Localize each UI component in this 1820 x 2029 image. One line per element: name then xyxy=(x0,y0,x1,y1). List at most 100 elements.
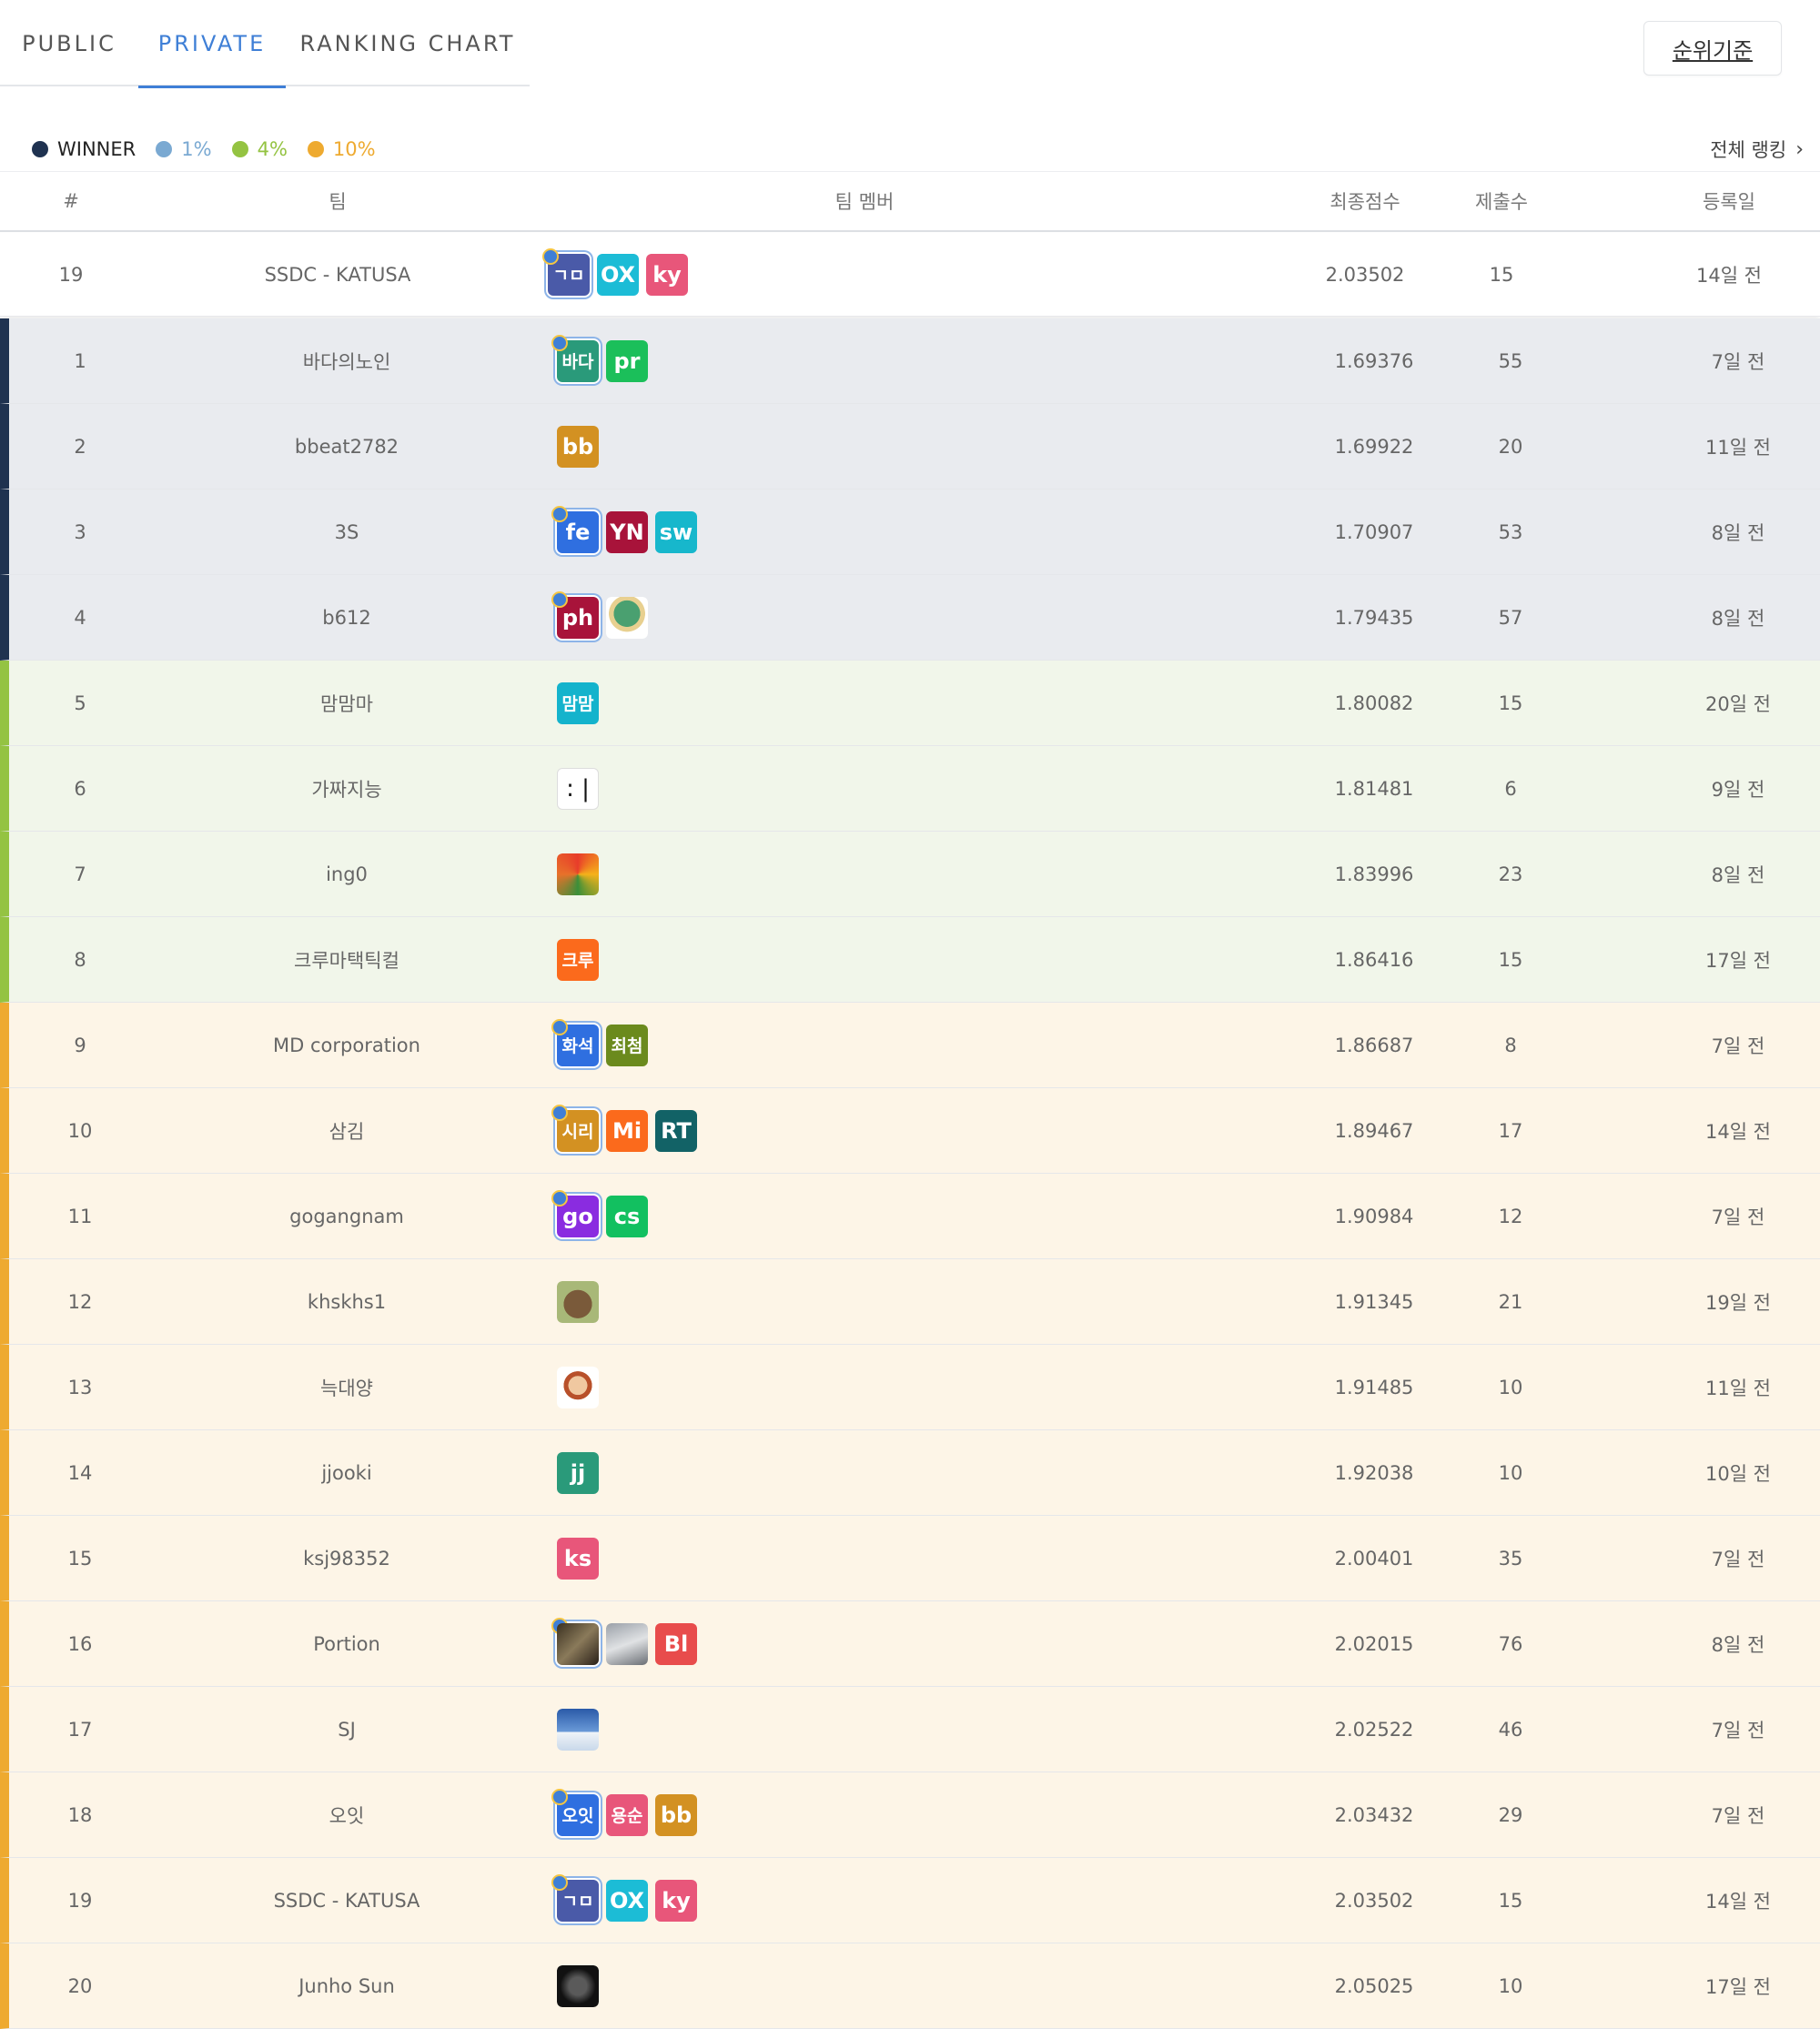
table-row[interactable]: 10 삼김 시리 Mi RT 1.89467 17 14일 전 xyxy=(0,1088,1820,1174)
member-avatar[interactable]: pr xyxy=(606,339,648,382)
member-avatar[interactable]: ㄱㅁ xyxy=(542,247,590,296)
submission-count-cell: 20 xyxy=(1498,435,1523,458)
member-avatar[interactable]: cs xyxy=(606,1195,648,1237)
all-ranking-link[interactable]: 전체 랭킹 › xyxy=(1710,133,1804,166)
member-avatar[interactable]: YN xyxy=(606,510,648,553)
member-avatar[interactable]: OX xyxy=(597,253,639,296)
member-avatar[interactable]: go xyxy=(551,1189,599,1237)
team-name-cell: MD corporation xyxy=(273,1034,420,1056)
member-avatars: Bl xyxy=(551,1617,704,1665)
legend-label: 4% xyxy=(257,138,288,160)
leaderboard-tabs: PUBLIC PRIVATE RANKING CHART xyxy=(0,0,530,88)
member-avatar[interactable]: 바다 xyxy=(551,334,599,382)
registered-date-cell: 9일 전 xyxy=(1711,778,1765,801)
member-avatar[interactable]: ph xyxy=(551,591,599,639)
table-row[interactable]: 19 SSDC - KATUSA ㄱㅁ OX ky 2.03502 15 14일 전 xyxy=(0,233,1820,317)
dark-avatar-icon[interactable] xyxy=(557,1964,599,2007)
rank-cell: 16 xyxy=(67,1632,93,1655)
table-row[interactable]: 5 맘맘마 맘맘 1.80082 15 20일 전 xyxy=(0,661,1820,746)
table-row[interactable]: 13 늑대양 1.91485 10 11일 전 xyxy=(0,1345,1820,1430)
member-avatar[interactable]: 오잇 xyxy=(551,1788,599,1836)
legend-4-percent: 4% xyxy=(231,138,288,160)
member-avatar[interactable]: jj xyxy=(557,1451,599,1494)
rank-criteria-button[interactable]: 순위기준 xyxy=(1643,21,1782,76)
rank-cell: 6 xyxy=(74,777,86,800)
member-avatars: 크루 xyxy=(557,938,606,981)
member-avatar[interactable]: 크루 xyxy=(557,938,599,981)
member-avatar[interactable]: 시리 xyxy=(551,1104,599,1152)
team-name-cell: ing0 xyxy=(326,863,368,885)
table-row[interactable]: 2 bbeat2782 bb 1.69922 20 11일 전 xyxy=(0,404,1820,490)
legend-label: 1% xyxy=(181,138,212,160)
submission-count-cell: 17 xyxy=(1498,1119,1523,1142)
cat-avatar-icon[interactable] xyxy=(606,1622,648,1665)
member-avatar[interactable]: 맘맘 xyxy=(557,681,599,724)
winner-dot-icon xyxy=(32,141,48,157)
table-row[interactable]: 11 gogangnam go cs 1.90984 12 7일 전 xyxy=(0,1174,1820,1259)
team-name-cell: ksj98352 xyxy=(303,1547,390,1570)
member-avatar[interactable]: RT xyxy=(655,1109,697,1152)
legend-1-percent: 1% xyxy=(156,138,212,160)
table-row[interactable]: 16 Portion Bl 2.02015 76 8일 전 xyxy=(0,1601,1820,1687)
table-row[interactable]: 20 Junho Sun 2.05025 10 17일 전 xyxy=(0,1943,1820,2029)
table-row[interactable]: 4 b612 ph 1.79435 57 8일 전 xyxy=(0,575,1820,661)
table-row[interactable]: 17 SJ 2.02522 46 7일 전 xyxy=(0,1687,1820,1772)
animal-avatar-icon[interactable] xyxy=(557,1280,599,1323)
col-submissions-header: 제출수 xyxy=(1475,191,1528,213)
member-avatar[interactable]: ky xyxy=(655,1879,697,1922)
table-row[interactable]: 19 SSDC - KATUSA ㄱㅁ OX ky 2.03502 15 14일 전 xyxy=(0,1858,1820,1943)
member-avatars: ph xyxy=(551,591,655,639)
rank-cell: 4 xyxy=(74,606,86,629)
member-avatar[interactable]: : | xyxy=(557,767,599,810)
character-avatar-icon[interactable] xyxy=(557,1366,599,1408)
member-avatar[interactable]: bb xyxy=(557,425,599,468)
dragon-avatar-icon[interactable] xyxy=(606,596,648,639)
table-row[interactable]: 15 ksj98352 ks 2.00401 35 7일 전 xyxy=(0,1516,1820,1601)
submission-count-cell: 15 xyxy=(1498,1889,1523,1912)
member-avatar[interactable]: bb xyxy=(655,1793,697,1836)
registered-date-cell: 14일 전 xyxy=(1704,1890,1772,1913)
food-avatar-icon[interactable] xyxy=(557,853,599,895)
member-avatar[interactable]: 용순 xyxy=(606,1793,648,1836)
team-name-cell: 맘맘마 xyxy=(320,692,373,715)
rank-cell: 19 xyxy=(58,263,84,286)
table-row[interactable]: 9 MD corporation 화석 최첨 1.86687 8 7일 전 xyxy=(0,1003,1820,1088)
member-avatar[interactable]: 화석 xyxy=(551,1018,599,1066)
table-row[interactable]: 6 가짜지능: | 1.81481 6 9일 전 xyxy=(0,746,1820,832)
member-avatars: 시리 Mi RT xyxy=(551,1104,704,1152)
table-row[interactable]: 7 ing0 1.83996 23 8일 전 xyxy=(0,832,1820,917)
member-avatar[interactable]: sw xyxy=(655,510,697,553)
member-avatar[interactable]: ㄱㅁ xyxy=(551,1873,599,1922)
photo-avatar-icon[interactable] xyxy=(551,1617,599,1665)
member-avatars xyxy=(557,1708,606,1751)
member-avatar[interactable]: Mi xyxy=(606,1109,648,1152)
rank-cell: 20 xyxy=(67,1974,93,1997)
submission-count-cell: 15 xyxy=(1498,948,1523,971)
member-avatar[interactable]: ky xyxy=(646,253,688,296)
col-registered-header: 등록일 xyxy=(1703,191,1755,213)
sky-avatar-icon[interactable] xyxy=(557,1708,599,1751)
tab-private[interactable]: PRIVATE xyxy=(138,0,286,88)
member-avatar[interactable]: Bl xyxy=(655,1622,697,1665)
member-avatar[interactable]: OX xyxy=(606,1879,648,1922)
member-avatar[interactable]: 최첨 xyxy=(606,1024,648,1066)
member-avatars xyxy=(557,1366,606,1408)
tab-public[interactable]: PUBLIC xyxy=(0,0,138,86)
member-avatars: bb xyxy=(557,425,606,468)
member-avatar[interactable]: fe xyxy=(551,505,599,553)
submission-count-cell: 15 xyxy=(1498,691,1523,714)
table-row[interactable]: 1 바다의노인 바다 pr 1.69376 55 7일 전 xyxy=(0,318,1820,404)
registered-date-cell: 10일 전 xyxy=(1704,1462,1772,1485)
table-row[interactable]: 12 khskhs1 1.91345 21 19일 전 xyxy=(0,1259,1820,1345)
registered-date-cell: 20일 전 xyxy=(1704,692,1772,715)
table-row[interactable]: 8 크루마택틱컬 크루 1.86416 15 17일 전 xyxy=(0,917,1820,1003)
member-avatar[interactable]: ks xyxy=(557,1537,599,1580)
table-row[interactable]: 3 3S fe YN sw 1.70907 53 8일 전 xyxy=(0,490,1820,575)
submission-count-cell: 55 xyxy=(1498,349,1523,372)
table-row[interactable]: 14 jjooki jj 1.92038 10 10일 전 xyxy=(0,1430,1820,1516)
table-row[interactable]: 18 오잇 오잇 용순 bb 2.03432 29 7일 전 xyxy=(0,1772,1820,1858)
tab-ranking-chart[interactable]: RANKING CHART xyxy=(286,0,530,86)
submission-count-cell: 10 xyxy=(1498,1974,1523,1997)
team-name-cell: gogangnam xyxy=(289,1205,404,1227)
registered-date-cell: 8일 전 xyxy=(1711,607,1765,630)
